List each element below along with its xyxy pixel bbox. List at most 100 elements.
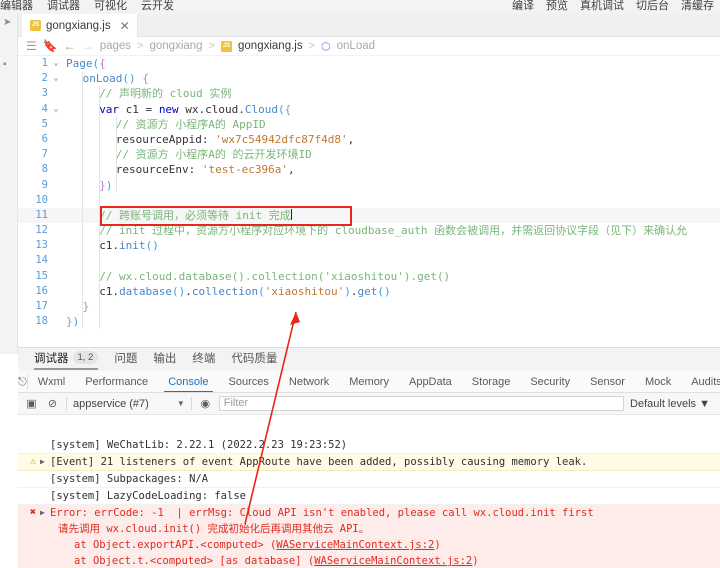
console-row-2[interactable]: [system] Subpackages: N/A: [18, 471, 720, 488]
stack-frame-source-link[interactable]: WAServiceMainContext.js:2: [314, 555, 472, 567]
eye-icon[interactable]: ◉: [198, 396, 213, 411]
expand-triangle-icon-error[interactable]: ▶: [40, 505, 45, 521]
code-line-18[interactable]: 18}): [18, 314, 720, 329]
menu-item-visualizer[interactable]: 可视化: [94, 0, 127, 13]
panel-tab-label: 调试器: [34, 353, 69, 365]
console-row-0[interactable]: [system] WeChatLib: 2.22.1 (2022.2.23 19…: [18, 437, 720, 454]
code-text-16: c1.database().collection('xiaoshitou').g…: [99, 284, 391, 298]
menu-item-cloud-dev[interactable]: 云开发: [141, 0, 174, 13]
devtools-tab-performance[interactable]: Performance: [75, 371, 158, 392]
code-line-13[interactable]: 13 c1.init(): [18, 238, 720, 253]
devtools-tab-security[interactable]: Security: [520, 371, 580, 392]
devtools-tab-storage[interactable]: Storage: [462, 371, 521, 392]
devtools-tab-audits[interactable]: Audits: [681, 371, 720, 392]
code-lines-container: 1 ⌄ Page({2 ⌄ onLoad() {3// 声明新的 cloud 实例 4 ⌄ v…: [18, 56, 720, 329]
devtools-tab-wxml[interactable]: Wxml: [28, 371, 76, 392]
code-line-4[interactable]: 4 ⌄ var c1 = new wx.cloud.Cloud({: [18, 102, 720, 117]
code-text-3: // 声明新的 cloud 实例: [99, 87, 232, 101]
code-line-12[interactable]: 12 // init 过程中，资源方小程序对应环境下的 cloudbase_aut…: [18, 223, 720, 238]
text-caret: [290, 208, 292, 220]
breadcrumb-gongxiang[interactable]: gongxiang: [150, 40, 203, 52]
code-line-9[interactable]: 9}): [18, 178, 720, 193]
devtools-tabs-inner: Wxml Performance Console Sources Network Memo…: [28, 371, 720, 392]
code-line-15[interactable]: 15 // wx.cloud.database().collection('xia…: [18, 269, 720, 284]
panel-tab-2[interactable]: 输出: [153, 348, 176, 371]
breadcrumb-file[interactable]: gongxiang.js: [238, 40, 303, 52]
code-line-7[interactable]: 7 // 资源方 小程序A的 的云开发环境ID: [18, 147, 720, 162]
menu-item-editor[interactable]: 编辑器: [0, 0, 33, 13]
code-line-14[interactable]: 14: [18, 253, 720, 268]
back-arrow-icon[interactable]: ←: [64, 39, 76, 53]
toolbar-clear-cache[interactable]: 清缓存: [681, 0, 714, 13]
clear-console-icon[interactable]: ⊘: [45, 396, 60, 411]
devtools-tab-sources[interactable]: Sources: [219, 371, 279, 392]
bookmark-icon[interactable]: 🔖: [43, 39, 58, 53]
outline-icon[interactable]: ☰: [26, 39, 37, 53]
panel-tab-3[interactable]: 终端: [192, 348, 215, 371]
breadcrumb: ☰ 🔖 ← → pages > gongxiang > JS gongxiang…: [18, 37, 720, 56]
indent-guide-1: [99, 86, 100, 329]
cursor-icon[interactable]: ➤: [3, 18, 11, 28]
fold-chevron-icon-1[interactable]: ⌄: [51, 56, 61, 71]
breadcrumb-symbol[interactable]: onLoad: [337, 40, 375, 52]
devtools-tab-network[interactable]: Network: [279, 371, 339, 392]
expand-triangle-icon[interactable]: ▶: [40, 454, 45, 470]
code-line-10[interactable]: 10: [18, 193, 720, 208]
wechat-devtools-window: 编辑器 调试器 可视化 云开发 编译 预览 真机调试 切后台 清缓存 ➤ ▪ J…: [0, 0, 720, 568]
menu-item-debugger[interactable]: 调试器: [47, 0, 80, 13]
log-levels-dropdown[interactable]: Default levels ▼: [630, 398, 714, 410]
devtools-tab-appdata[interactable]: AppData: [399, 371, 462, 392]
devtools-tab-console[interactable]: Console: [158, 371, 218, 392]
console-row-3[interactable]: [system] LazyCodeLoading: false: [18, 488, 720, 505]
breadcrumb-pages[interactable]: pages: [100, 40, 131, 52]
console-filter-input[interactable]: Filter: [218, 396, 625, 411]
panel-tab-label: 终端: [192, 353, 216, 365]
fold-chevron-icon-4[interactable]: ⌄: [51, 102, 61, 117]
editor-tab-gongxiang-js[interactable]: JS gongxiang.js ✕: [22, 14, 138, 37]
code-line-16[interactable]: 16 c1.database().collection('xiaoshitou')…: [18, 284, 720, 299]
toolbar-preview[interactable]: 预览: [546, 0, 568, 13]
stack-frame-source-link[interactable]: WAServiceMainContext.js:2: [276, 539, 434, 551]
line-number-10: 10: [35, 193, 48, 206]
code-line-5[interactable]: 5 // 资源方 小程序A的 AppID: [18, 117, 720, 132]
toolbar-compile[interactable]: 编译: [512, 0, 534, 13]
line-number-17: 17: [35, 300, 48, 312]
forward-arrow-icon[interactable]: →: [82, 39, 94, 53]
devtools-tab-mock[interactable]: Mock: [635, 371, 681, 392]
panel-tab-0[interactable]: 调试器 1, 2: [34, 348, 99, 371]
code-line-6[interactable]: 6 resourceAppid: 'wx7c54942dfc87f4d8',: [18, 132, 720, 147]
code-text-8: resourceEnv: 'test-ec396a',: [115, 163, 295, 177]
code-text-9: }): [99, 178, 113, 192]
code-line-17[interactable]: 17}: [18, 299, 720, 314]
line-number-18: 18: [35, 315, 48, 328]
code-line-1[interactable]: 1 ⌄ Page({: [18, 56, 720, 71]
fold-chevron-icon-2[interactable]: ⌄: [51, 71, 61, 86]
code-line-3[interactable]: 3 // 声明新的 cloud 实例: [18, 86, 720, 101]
code-line-11[interactable]: 11 // 跨账号调用，必须等待 init 完成: [18, 207, 720, 224]
devtools-tab-sensor[interactable]: Sensor: [580, 371, 635, 392]
code-text-4: var c1 = new wx.cloud.Cloud({: [99, 102, 292, 116]
js-file-icon: JS: [30, 20, 41, 31]
toolbar-remote-debug[interactable]: 真机调试: [580, 0, 624, 13]
line-number-15: 15: [35, 269, 48, 282]
line-number-13: 13: [35, 239, 48, 252]
code-line-8[interactable]: 8 resourceEnv: 'test-ec396a',: [18, 162, 720, 177]
editor-tab-label: gongxiang.js: [46, 19, 111, 32]
inspect-element-icon[interactable]: ⎋: [18, 373, 28, 390]
close-icon[interactable]: ✕: [120, 19, 130, 33]
console-error-row[interactable]: ✖ ▶ Error: errCode: -1 | errMsg: Cloud API…: [18, 505, 720, 568]
console-output[interactable]: [system] WeChatLib: 2.22.1 (2022.2.23 19…: [18, 437, 720, 568]
context-selector[interactable]: appservice (#7) ▼: [73, 398, 185, 410]
code-editor[interactable]: 1 ⌄ Page({2 ⌄ onLoad() {3// 声明新的 cloud 实例 4 ⌄ v…: [18, 56, 720, 346]
panel-tab-4[interactable]: 代码质量: [231, 348, 277, 371]
panel-tab-1[interactable]: 问题: [114, 348, 137, 371]
line-number-1: 1: [41, 57, 48, 69]
files-icon[interactable]: ▪: [3, 60, 7, 70]
top-menu-right-group: 编译 预览 真机调试 切后台 清缓存: [512, 0, 714, 13]
console-row-1[interactable]: ⚠ ▶ [Event] 21 listeners of event AppRoute…: [18, 454, 720, 471]
code-text-17: }: [82, 300, 90, 313]
console-sidebar-icon[interactable]: ▣: [24, 396, 39, 411]
toolbar-background[interactable]: 切后台: [636, 0, 669, 13]
code-line-2[interactable]: 2 ⌄ onLoad() {: [18, 71, 720, 86]
devtools-tab-memory[interactable]: Memory: [339, 371, 399, 392]
